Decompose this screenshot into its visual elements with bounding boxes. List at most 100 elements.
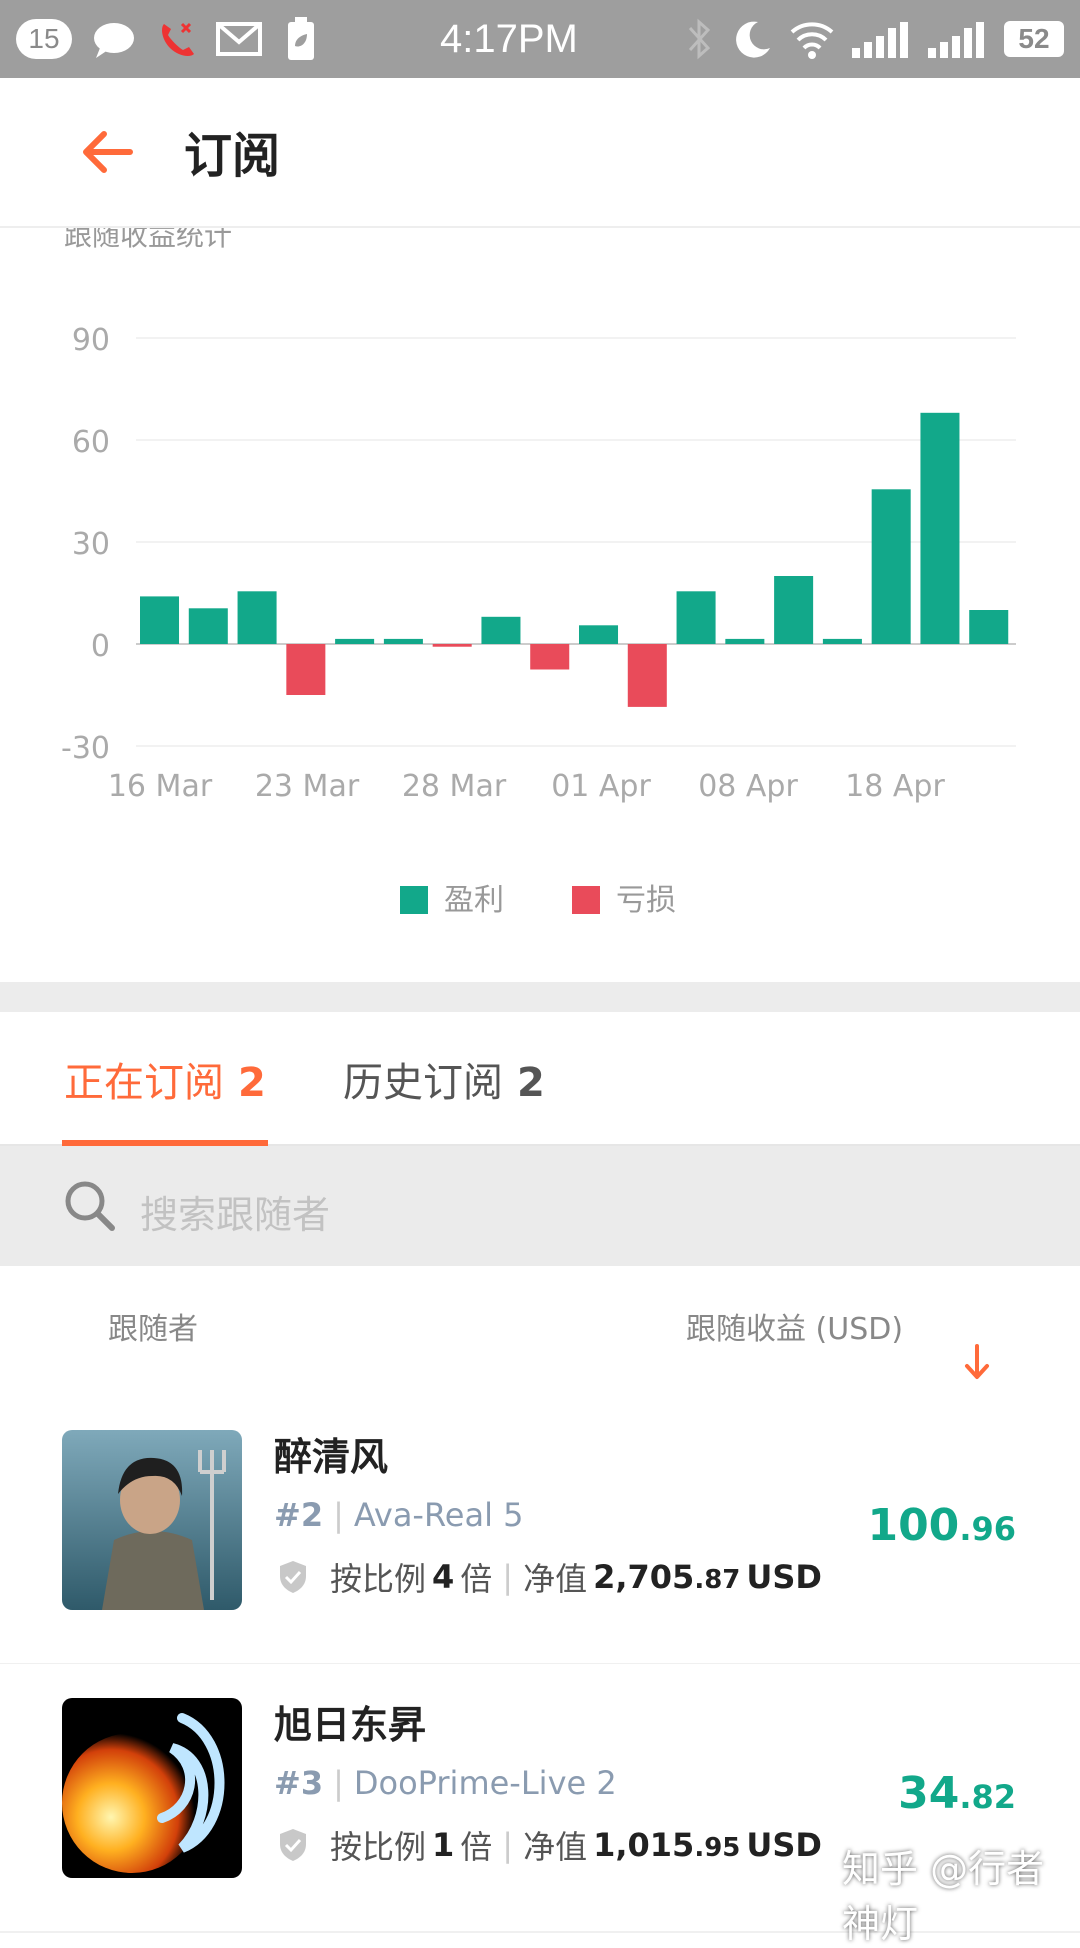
follow-profit: 100.96 — [867, 1500, 1016, 1551]
x-tick-label: 01 Apr — [551, 769, 651, 804]
profit-integer: 100 — [867, 1500, 960, 1551]
profit-bar — [188, 608, 228, 644]
y-tick-label: 30 — [72, 527, 110, 562]
tab-label: 历史订阅 — [343, 1060, 503, 1106]
profit-bar — [140, 596, 180, 644]
follower-account: DooPrime-Live 2 — [353, 1764, 617, 1802]
search-icon — [65, 1181, 115, 1231]
equity-integer: 2,705 — [593, 1558, 695, 1596]
follower-rank-account: #2 | Ava-Real 5 — [274, 1496, 523, 1534]
separator: | — [333, 1496, 344, 1534]
legend-label: 亏损 — [616, 883, 676, 918]
page-title: 订阅 — [184, 128, 281, 184]
ratio-value: 4 — [432, 1558, 455, 1596]
profit-bar — [383, 638, 423, 644]
tab-history-subscriptions[interactable]: 历史订阅 2 — [343, 1050, 545, 1108]
battery-saver-icon — [288, 17, 314, 60]
tab-current-subscriptions[interactable]: 正在订阅 2 — [64, 1050, 266, 1108]
profit-bar — [335, 638, 375, 644]
list-item[interactable]: 醉清风 #2 | Ava-Real 5 按比例 4 倍 | 净值 2,705.87 US… — [0, 1396, 1080, 1665]
shield-check-icon — [280, 1561, 306, 1593]
legend-swatch — [572, 886, 600, 914]
chart-subtitle: 跟随收益统计 — [64, 228, 233, 252]
equity-value: 1,015.95 — [593, 1826, 740, 1864]
moon-icon — [736, 21, 770, 58]
follow-details: 按比例 4 倍 | 净值 2,705.87 USD — [278, 1554, 828, 1600]
watermark: 知乎 @行者神灯 — [842, 1847, 1045, 1946]
search-input[interactable]: 搜索跟随者 — [140, 1184, 330, 1239]
y-tick-label: -30 — [61, 731, 110, 766]
separator: | — [502, 1826, 514, 1864]
x-tick-label: 18 Apr — [845, 769, 945, 804]
status-bar: 15 4:17PM 52 — [0, 0, 1080, 78]
equity-unit: USD — [746, 1558, 822, 1596]
app-bar: 订阅 — [0, 78, 1080, 228]
profit-decimal: .96 — [959, 1510, 1016, 1548]
profit-bar — [920, 412, 960, 644]
loss-bar — [432, 644, 472, 647]
x-tick-label: 28 Mar — [402, 769, 507, 804]
x-tick-label: 16 Mar — [108, 769, 213, 804]
equity-decimal: .87 — [694, 1565, 741, 1595]
profit-bar — [969, 610, 1009, 644]
ratio-prefix: 按比例 — [330, 1560, 427, 1598]
signal-sim2-icon — [852, 22, 908, 58]
profit-bar — [237, 591, 277, 644]
avatar — [62, 1698, 242, 1878]
y-tick-label: 0 — [91, 629, 110, 664]
follower-column-header: 跟随者 — [108, 1312, 198, 1347]
chat-icon — [94, 23, 134, 58]
profit-bar-chart: 90 60 30 0 -3016 Mar 23 Mar 28 Mar 01 Apr 08 Apr… — [61, 323, 1016, 918]
equity-integer: 1,015 — [593, 1826, 695, 1864]
profit-chart-card: 90 60 30 0 -30 16 Mar 23 Mar 28 Mar 01 Apr 08 Apr… — [0, 228, 1080, 980]
profit-bar — [676, 591, 716, 644]
equity-value: 2,705.87 — [593, 1558, 740, 1596]
x-tick-label: 08 Apr — [698, 769, 798, 804]
shield-check-icon — [280, 1829, 306, 1861]
subscription-tabs: 正在订阅 2 历史订阅 2 — [0, 1012, 1080, 1146]
signal-sim1-icon — [928, 22, 984, 58]
profit-column-header[interactable]: 跟随收益 (USD) — [686, 1304, 903, 1348]
follow-profit: 34.82 — [898, 1768, 1016, 1819]
follow-details: 按比例 1 倍 | 净值 1,015.95 USD — [278, 1822, 828, 1868]
profit-decimal: .82 — [959, 1778, 1016, 1816]
section-divider — [0, 982, 1080, 1012]
loss-bar — [627, 644, 667, 707]
y-tick-label: 60 — [72, 425, 110, 460]
x-tick-label: 23 Mar — [255, 769, 360, 804]
search-bar[interactable]: 搜索跟随者 — [0, 1146, 1080, 1266]
follower-account: Ava-Real 5 — [353, 1496, 524, 1534]
ratio-prefix: 按比例 — [330, 1828, 427, 1866]
equity-label: 净值 — [523, 1828, 588, 1866]
clock: 4:17PM — [440, 16, 578, 61]
follower-rank: #3 — [274, 1764, 324, 1802]
bluetooth-icon — [688, 18, 711, 60]
tab-count: 2 — [517, 1060, 545, 1106]
ratio-value: 1 — [432, 1826, 455, 1864]
follower-name: 醉清风 — [274, 1435, 389, 1479]
tab-count: 2 — [238, 1060, 266, 1106]
ratio-suffix: 倍 — [460, 1828, 493, 1866]
loss-bar — [530, 644, 570, 670]
avatar — [62, 1430, 242, 1610]
tab-label: 正在订阅 — [64, 1060, 224, 1106]
profit-bar — [725, 638, 765, 644]
legend-label: 盈利 — [444, 883, 504, 918]
y-tick-label: 90 — [72, 323, 110, 358]
equity-label: 净值 — [523, 1560, 588, 1598]
profit-integer: 34 — [898, 1768, 960, 1819]
ratio-suffix: 倍 — [460, 1560, 493, 1598]
notification-count-badge: 15 — [16, 19, 72, 59]
equity-unit: USD — [746, 1826, 822, 1864]
back-arrow-icon[interactable] — [78, 122, 138, 182]
wifi-icon — [790, 22, 834, 59]
separator: | — [333, 1764, 344, 1802]
profit-bar — [822, 638, 862, 644]
profit-bar — [871, 489, 911, 644]
battery-level: 52 — [1004, 21, 1064, 57]
legend-swatch — [400, 886, 428, 914]
sort-descending-icon[interactable] — [962, 1342, 992, 1382]
mail-icon — [216, 22, 262, 56]
separator: | — [502, 1558, 514, 1596]
equity-decimal: .95 — [694, 1833, 741, 1863]
